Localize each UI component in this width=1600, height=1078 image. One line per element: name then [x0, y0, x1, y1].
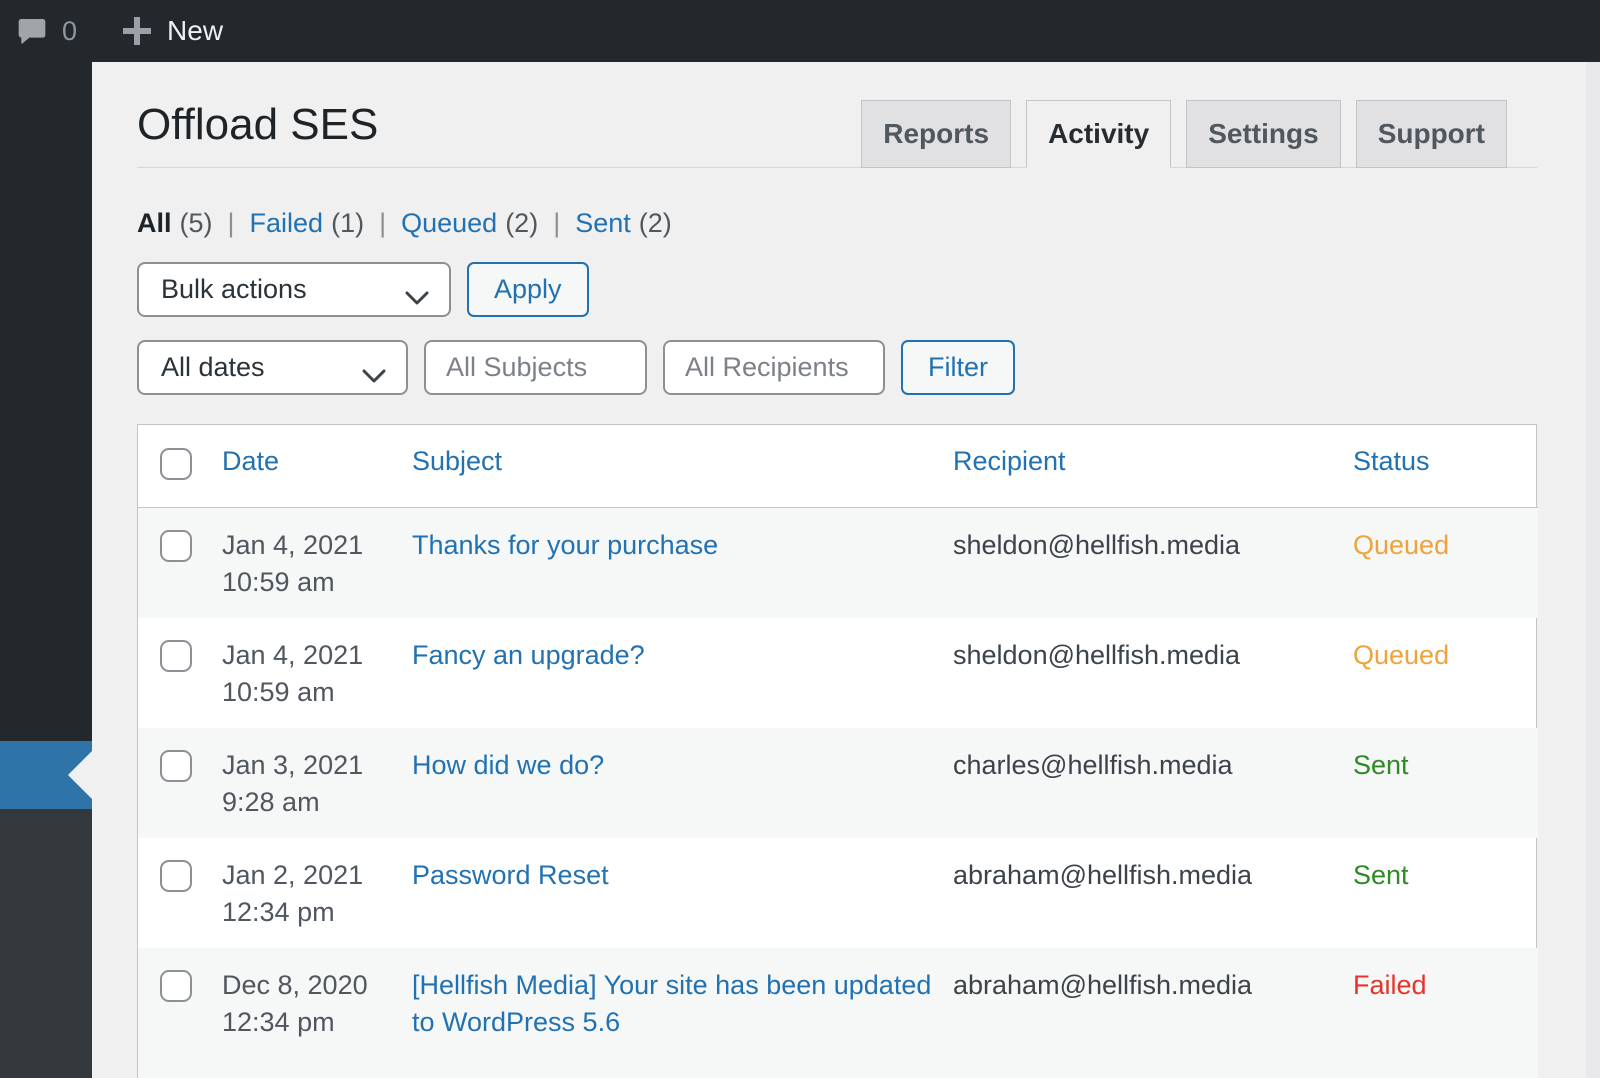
view-queued-link[interactable]: Queued: [401, 208, 497, 238]
row-subject-link[interactable]: Password Reset: [412, 857, 609, 894]
tab-support[interactable]: Support: [1356, 100, 1507, 168]
bulk-actions-value: Bulk actions: [161, 274, 307, 305]
bulk-actions-row: Bulk actions Apply: [137, 262, 1537, 317]
nav-tabs: Reports Activity Settings Support: [861, 100, 1507, 168]
filter-row: All dates Filter: [137, 340, 1537, 395]
row-recipient: sheldon@hellfish.media: [953, 618, 1353, 728]
column-header-date[interactable]: Date: [222, 446, 279, 476]
row-recipient: sheldon@hellfish.media: [953, 508, 1353, 619]
main-content: Offload SES Reports Activity Settings Su…: [92, 62, 1600, 1078]
table-row: Jan 3, 2021 9:28 am How did we do? charl…: [138, 728, 1538, 838]
row-time: 10:59 am: [222, 564, 392, 601]
row-checkbox[interactable]: [160, 750, 192, 782]
row-date: Dec 8, 2020: [222, 967, 392, 1004]
row-subject-link[interactable]: [Hellfish Media] Your site has been upda…: [412, 967, 933, 1041]
row-status: Failed: [1353, 948, 1538, 1078]
view-sent-link[interactable]: Sent: [575, 208, 631, 238]
select-all-checkbox[interactable]: [160, 448, 192, 480]
sidebar-item-current[interactable]: [0, 741, 92, 809]
view-queued-count: (2): [505, 208, 538, 238]
view-failed-count: (1): [331, 208, 364, 238]
comments-count: 0: [62, 16, 77, 47]
row-date-cell: Jan 2, 2021 12:34 pm: [222, 838, 412, 948]
view-separator: |: [379, 208, 386, 239]
view-sent-count: (2): [639, 208, 672, 238]
status-view-links: All (5) | Failed(1) | Queued (2) | Sent (2): [137, 208, 1537, 239]
row-date: Jan 4, 2021: [222, 527, 392, 564]
column-header-status[interactable]: Status: [1353, 446, 1430, 476]
admin-sidebar: [0, 62, 92, 1078]
sidebar-submenu-panel: [0, 809, 92, 1078]
view-all-count: (5): [180, 208, 213, 238]
page-title: Offload SES: [137, 100, 378, 150]
admin-bar-new[interactable]: New: [123, 15, 223, 47]
tab-activity[interactable]: Activity: [1026, 100, 1171, 168]
chevron-down-icon: [362, 360, 386, 391]
row-checkbox[interactable]: [160, 860, 192, 892]
table-row: Dec 8, 2020 12:34 pm [Hellfish Media] Yo…: [138, 948, 1538, 1078]
dates-value: All dates: [161, 352, 265, 383]
row-subject-link[interactable]: How did we do?: [412, 747, 604, 784]
column-header-subject[interactable]: Subject: [412, 446, 502, 476]
row-checkbox[interactable]: [160, 530, 192, 562]
column-header-recipient[interactable]: Recipient: [953, 446, 1066, 476]
row-time: 10:59 am: [222, 674, 392, 711]
row-checkbox[interactable]: [160, 970, 192, 1002]
row-date-cell: Jan 4, 2021 10:59 am: [222, 618, 412, 728]
admin-bar-comments[interactable]: 0: [16, 15, 77, 47]
apply-button[interactable]: Apply: [467, 262, 589, 317]
row-recipient: charles@hellfish.media: [953, 728, 1353, 838]
table-header-row: Date Subject Recipient Status: [138, 425, 1538, 508]
plus-icon: [123, 17, 151, 45]
view-separator: |: [228, 208, 235, 239]
row-date-cell: Dec 8, 2020 12:34 pm: [222, 948, 412, 1078]
recipients-input[interactable]: [663, 340, 885, 395]
filter-button[interactable]: Filter: [901, 340, 1015, 395]
table-row: Jan 4, 2021 10:59 am Fancy an upgrade? s…: [138, 618, 1538, 728]
view-failed-link[interactable]: Failed: [250, 208, 324, 238]
row-status: Sent: [1353, 838, 1538, 948]
row-subject-link[interactable]: Thanks for your purchase: [412, 527, 718, 564]
row-date-cell: Jan 4, 2021 10:59 am: [222, 508, 412, 619]
table-row: Jan 4, 2021 10:59 am Thanks for your pur…: [138, 508, 1538, 619]
row-subject-link[interactable]: Fancy an upgrade?: [412, 637, 645, 674]
page-header: Offload SES Reports Activity Settings Su…: [137, 62, 1537, 168]
dates-select[interactable]: All dates: [137, 340, 408, 395]
view-all-link[interactable]: All: [137, 208, 172, 238]
bulk-actions-select[interactable]: Bulk actions: [137, 262, 451, 317]
admin-bar: 0 New: [0, 0, 1600, 62]
tab-reports[interactable]: Reports: [861, 100, 1011, 168]
view-separator: |: [553, 208, 560, 239]
table-row: Jan 2, 2021 12:34 pm Password Reset abra…: [138, 838, 1538, 948]
row-status: Sent: [1353, 728, 1538, 838]
row-date: Jan 4, 2021: [222, 637, 392, 674]
comments-bubble-icon: [16, 15, 48, 47]
email-table-body: Jan 4, 2021 10:59 am Thanks for your pur…: [138, 508, 1538, 1078]
row-time: 12:34 pm: [222, 894, 392, 931]
row-date: Jan 3, 2021: [222, 747, 392, 784]
subjects-input[interactable]: [424, 340, 647, 395]
row-time: 12:34 pm: [222, 1004, 392, 1041]
row-checkbox[interactable]: [160, 640, 192, 672]
row-recipient: abraham@hellfish.media: [953, 948, 1353, 1078]
new-label: New: [167, 15, 223, 47]
chevron-down-icon: [405, 282, 429, 313]
row-date: Jan 2, 2021: [222, 857, 392, 894]
row-status: Queued: [1353, 508, 1538, 619]
row-time: 9:28 am: [222, 784, 392, 821]
tab-settings[interactable]: Settings: [1186, 100, 1340, 168]
email-activity-table: Date Subject Recipient Status Jan 4, 202…: [137, 424, 1537, 1078]
row-recipient: abraham@hellfish.media: [953, 838, 1353, 948]
row-date-cell: Jan 3, 2021 9:28 am: [222, 728, 412, 838]
row-status: Queued: [1353, 618, 1538, 728]
